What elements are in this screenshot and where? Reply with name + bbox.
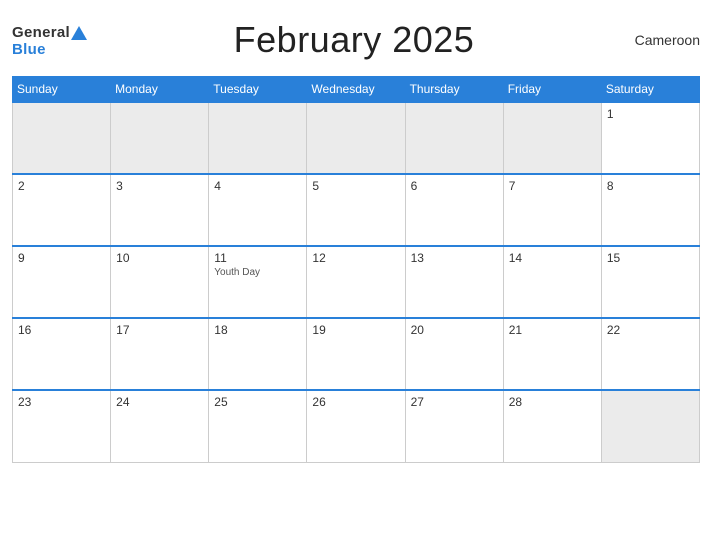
table-row: 14 — [503, 246, 601, 318]
day-number: 19 — [312, 323, 399, 337]
table-row: 15 — [601, 246, 699, 318]
table-row: 3 — [111, 174, 209, 246]
day-number: 4 — [214, 179, 301, 193]
day-number: 6 — [411, 179, 498, 193]
day-number: 11 — [214, 251, 301, 265]
table-row: 21 — [503, 318, 601, 390]
table-row: 4 — [209, 174, 307, 246]
logo-general-text: General — [12, 25, 70, 40]
table-row: 11 Youth Day — [209, 246, 307, 318]
day-number: 17 — [116, 323, 203, 337]
table-row: 9 — [13, 246, 111, 318]
country-label: Cameroon — [620, 32, 700, 48]
col-friday: Friday — [503, 77, 601, 103]
table-row — [503, 102, 601, 174]
day-number: 21 — [509, 323, 596, 337]
table-row: 5 — [307, 174, 405, 246]
day-number: 25 — [214, 395, 301, 409]
table-row: 23 — [13, 390, 111, 462]
table-row: 19 — [307, 318, 405, 390]
table-row: 18 — [209, 318, 307, 390]
day-number: 1 — [607, 107, 694, 121]
table-row: 20 — [405, 318, 503, 390]
table-row — [601, 390, 699, 462]
table-row: 2 — [13, 174, 111, 246]
day-number: 14 — [509, 251, 596, 265]
calendar-title: February 2025 — [234, 19, 475, 60]
day-number: 24 — [116, 395, 203, 409]
logo-blue-text: Blue — [12, 42, 46, 57]
table-row: 12 — [307, 246, 405, 318]
calendar-week-row: 16 17 18 19 20 21 22 — [13, 318, 700, 390]
calendar-table: Sunday Monday Tuesday Wednesday Thursday… — [12, 76, 700, 463]
day-number: 15 — [607, 251, 694, 265]
calendar-title-block: February 2025 — [88, 19, 620, 61]
table-row: 24 — [111, 390, 209, 462]
table-row: 7 — [503, 174, 601, 246]
day-number: 7 — [509, 179, 596, 193]
table-row — [13, 102, 111, 174]
table-row — [111, 102, 209, 174]
table-row: 16 — [13, 318, 111, 390]
col-tuesday: Tuesday — [209, 77, 307, 103]
logo-triangle-icon — [70, 24, 88, 42]
day-number: 13 — [411, 251, 498, 265]
day-number: 8 — [607, 179, 694, 193]
day-number: 16 — [18, 323, 105, 337]
table-row: 22 — [601, 318, 699, 390]
day-number: 22 — [607, 323, 694, 337]
col-sunday: Sunday — [13, 77, 111, 103]
table-row: 17 — [111, 318, 209, 390]
table-row: 1 — [601, 102, 699, 174]
table-row — [307, 102, 405, 174]
day-number: 28 — [509, 395, 596, 409]
table-row: 6 — [405, 174, 503, 246]
table-row: 13 — [405, 246, 503, 318]
calendar-week-row: 2345678 — [13, 174, 700, 246]
day-number: 9 — [18, 251, 105, 265]
day-number: 26 — [312, 395, 399, 409]
col-wednesday: Wednesday — [307, 77, 405, 103]
day-number: 27 — [411, 395, 498, 409]
day-number: 10 — [116, 251, 203, 265]
logo: General Blue — [12, 24, 88, 57]
col-thursday: Thursday — [405, 77, 503, 103]
calendar-header-row: Sunday Monday Tuesday Wednesday Thursday… — [13, 77, 700, 103]
day-number: 12 — [312, 251, 399, 265]
col-saturday: Saturday — [601, 77, 699, 103]
table-row: 25 — [209, 390, 307, 462]
table-row: 10 — [111, 246, 209, 318]
table-row: 26 — [307, 390, 405, 462]
day-number: 18 — [214, 323, 301, 337]
calendar-header: General Blue February 2025 Cameroon — [12, 10, 700, 70]
table-row — [209, 102, 307, 174]
day-number: 2 — [18, 179, 105, 193]
calendar-week-row: 9 10 11 Youth Day 12 13 14 15 — [13, 246, 700, 318]
day-number: 3 — [116, 179, 203, 193]
calendar-page: General Blue February 2025 Cameroon Sund… — [0, 0, 712, 550]
calendar-week-row: 1 — [13, 102, 700, 174]
day-number: 5 — [312, 179, 399, 193]
day-number: 23 — [18, 395, 105, 409]
table-row: 8 — [601, 174, 699, 246]
table-row: 27 — [405, 390, 503, 462]
holiday-label: Youth Day — [214, 267, 301, 278]
col-monday: Monday — [111, 77, 209, 103]
calendar-week-row: 23 24 25 26 27 28 — [13, 390, 700, 462]
day-number: 20 — [411, 323, 498, 337]
table-row: 28 — [503, 390, 601, 462]
table-row — [405, 102, 503, 174]
